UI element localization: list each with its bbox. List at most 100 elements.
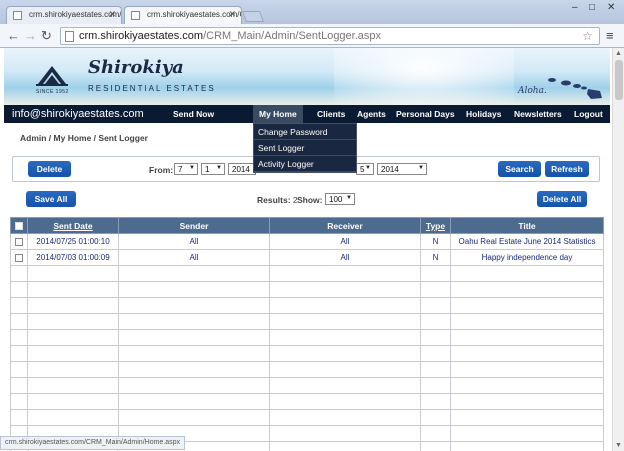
close-window-icon[interactable]: ✕ bbox=[607, 2, 615, 13]
empty-table-row bbox=[10, 297, 604, 314]
main-navbar: info@shirokiyaestates.com Send Now My Ho… bbox=[4, 105, 610, 123]
table-row[interactable]: 2014/07/03 01:00:09 All All N Happy inde… bbox=[10, 249, 604, 266]
empty-cell bbox=[420, 361, 451, 378]
empty-cell bbox=[10, 409, 28, 426]
new-tab-button[interactable] bbox=[241, 11, 265, 22]
nav-holidays[interactable]: Holidays bbox=[466, 109, 501, 119]
cell-title: Oahu Real Estate June 2014 Statistics bbox=[450, 233, 604, 250]
empty-cell bbox=[27, 377, 119, 394]
nav-send-now[interactable]: Send Now bbox=[173, 109, 214, 119]
empty-table-row bbox=[10, 313, 604, 330]
status-bar-url: crm.shirokiyaestates.com/CRM_Main/Admin/… bbox=[0, 436, 186, 450]
from-day-select[interactable]: 1 ▼ bbox=[201, 163, 225, 175]
browser-menu-icon[interactable]: ≡ bbox=[606, 28, 614, 43]
cell-sent-date: 2014/07/25 01:00:10 bbox=[27, 233, 119, 250]
page-favicon-icon bbox=[13, 11, 22, 20]
maximize-icon[interactable]: □ bbox=[589, 2, 595, 13]
empty-cell bbox=[450, 441, 604, 451]
save-all-button[interactable]: Save All bbox=[26, 191, 76, 207]
from-month-select[interactable]: 7 ▼ bbox=[174, 163, 198, 175]
empty-cell bbox=[450, 409, 604, 426]
nav-personal-days[interactable]: Personal Days bbox=[396, 109, 455, 119]
menu-item-change-password[interactable]: Change Password bbox=[254, 124, 356, 140]
to-year-select[interactable]: 2014 ▼ bbox=[377, 163, 427, 175]
row-checkbox[interactable] bbox=[10, 233, 28, 250]
empty-cell bbox=[269, 409, 421, 426]
delete-button[interactable]: Delete bbox=[28, 161, 71, 177]
empty-table-row bbox=[10, 281, 604, 298]
scrollbar-thumb[interactable] bbox=[615, 60, 623, 100]
browser-toolbar: ← → ↻ crm.shirokiyaestates.com/CRM_Main/… bbox=[0, 24, 624, 48]
my-home-dropdown-menu: Change Password Sent Logger Activity Log… bbox=[253, 123, 357, 173]
page-scrollbar[interactable]: ▲ ▼ bbox=[612, 48, 624, 451]
delete-all-button[interactable]: Delete All bbox=[537, 191, 587, 207]
row-checkbox[interactable] bbox=[10, 249, 28, 266]
empty-cell bbox=[269, 425, 421, 442]
empty-cell bbox=[450, 265, 604, 282]
empty-cell bbox=[27, 409, 119, 426]
empty-cell bbox=[10, 361, 28, 378]
back-arrow-icon[interactable]: ← bbox=[7, 28, 20, 43]
empty-cell bbox=[420, 297, 451, 314]
empty-cell bbox=[269, 313, 421, 330]
menu-item-activity-logger[interactable]: Activity Logger bbox=[254, 156, 356, 172]
contact-email[interactable]: info@shirokiyaestates.com bbox=[12, 108, 144, 120]
select-all-checkbox[interactable] bbox=[10, 217, 28, 234]
nav-agents[interactable]: Agents bbox=[357, 109, 386, 119]
dropdown-arrow-icon: ▼ bbox=[189, 165, 195, 171]
search-button[interactable]: Search bbox=[498, 161, 541, 177]
page-viewport: SINCE 1952 Shirokiya RESIDENTIAL ESTATES… bbox=[0, 48, 612, 451]
results-summary: Results: 2 bbox=[257, 195, 298, 205]
bookmark-star-icon[interactable]: ☆ bbox=[582, 29, 593, 43]
empty-cell bbox=[118, 313, 270, 330]
show-count-select[interactable]: 100 ▼ bbox=[325, 193, 355, 205]
nav-clients[interactable]: Clients bbox=[317, 109, 345, 119]
logo-tagline: RESIDENTIAL ESTATES bbox=[88, 84, 216, 93]
empty-cell bbox=[27, 361, 119, 378]
close-tab-icon[interactable]: ✕ bbox=[228, 9, 236, 20]
empty-cell bbox=[118, 281, 270, 298]
dropdown-arrow-icon: ▼ bbox=[418, 165, 424, 171]
nav-my-home[interactable]: My Home bbox=[253, 105, 303, 123]
close-tab-icon[interactable]: ✕ bbox=[108, 9, 116, 20]
empty-cell bbox=[269, 441, 421, 451]
empty-cell bbox=[118, 393, 270, 410]
from-year-select[interactable]: 2014 bbox=[228, 163, 256, 175]
empty-cell bbox=[10, 393, 28, 410]
nav-newsletters[interactable]: Newsletters bbox=[514, 109, 562, 119]
empty-cell bbox=[27, 281, 119, 298]
to-day-select[interactable]: 5 ▼ bbox=[356, 163, 374, 175]
col-sent-date[interactable]: Sent Date bbox=[27, 217, 119, 234]
empty-cell bbox=[118, 409, 270, 426]
checkbox-icon bbox=[15, 237, 23, 246]
reload-icon[interactable]: ↻ bbox=[41, 28, 52, 44]
table-header-row: Sent Date Sender Receiver Type Title bbox=[10, 217, 604, 234]
col-type[interactable]: Type bbox=[420, 217, 451, 234]
forward-arrow-icon[interactable]: → bbox=[24, 28, 37, 43]
menu-item-sent-logger[interactable]: Sent Logger bbox=[254, 140, 356, 156]
empty-cell bbox=[450, 425, 604, 442]
empty-table-row bbox=[10, 345, 604, 362]
col-title: Title bbox=[450, 217, 604, 234]
empty-cell bbox=[118, 345, 270, 362]
empty-cell bbox=[10, 313, 28, 330]
empty-cell bbox=[10, 265, 28, 282]
empty-cell bbox=[269, 345, 421, 362]
browser-tab-2[interactable]: crm.shirokiyaestates.com/CR ✕ bbox=[124, 6, 242, 24]
table-row[interactable]: 2014/07/25 01:00:10 All All N Oahu Real … bbox=[10, 233, 604, 250]
scroll-down-arrow-icon[interactable]: ▼ bbox=[615, 442, 622, 449]
empty-cell bbox=[450, 313, 604, 330]
empty-cell bbox=[450, 329, 604, 346]
scroll-up-arrow-icon[interactable]: ▲ bbox=[615, 50, 622, 57]
minimize-icon[interactable]: – bbox=[572, 2, 578, 13]
browser-tab-1[interactable]: crm.shirokiyaestates.com/CR ✕ bbox=[6, 6, 122, 24]
empty-cell bbox=[269, 281, 421, 298]
empty-cell bbox=[118, 329, 270, 346]
cell-type: N bbox=[420, 249, 451, 266]
address-bar[interactable]: crm.shirokiyaestates.com/CRM_Main/Admin/… bbox=[60, 27, 600, 45]
cell-receiver: All bbox=[269, 233, 421, 250]
logo-brand-name: Shirokiya bbox=[88, 57, 184, 78]
refresh-button[interactable]: Refresh bbox=[545, 161, 589, 177]
nav-logout[interactable]: Logout bbox=[574, 109, 603, 119]
col-type-label: Type bbox=[425, 220, 446, 231]
